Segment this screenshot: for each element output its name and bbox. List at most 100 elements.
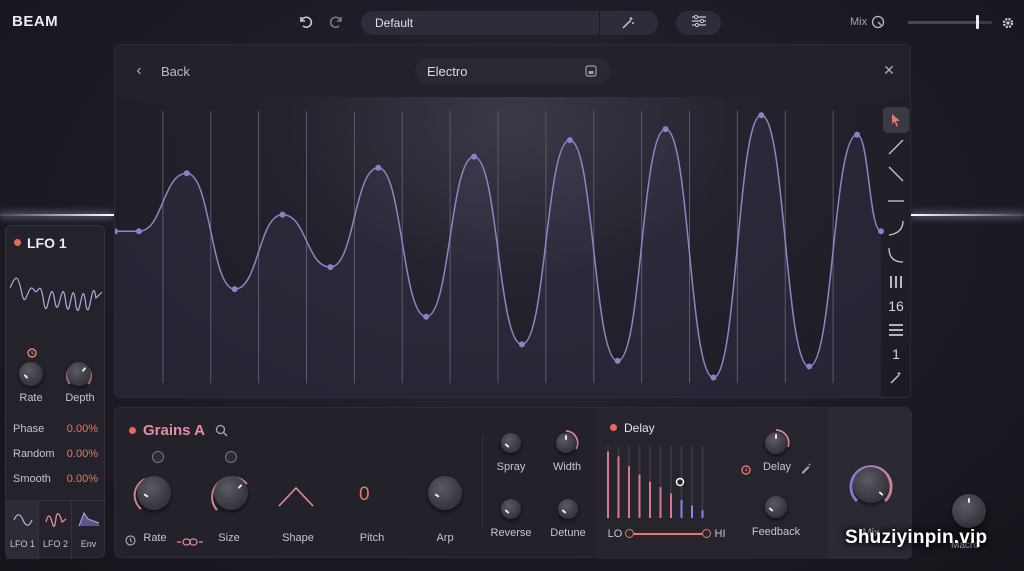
flat-line-tool[interactable] <box>883 188 909 214</box>
grains-size-label: Size <box>218 532 240 544</box>
magic-wand-icon[interactable] <box>619 14 637 32</box>
pointer-icon <box>892 114 900 127</box>
lfo-param-random-value[interactable]: 0.00% <box>56 448 98 460</box>
back-button[interactable]: Back <box>161 64 190 79</box>
mix-slider[interactable] <box>908 15 992 29</box>
spray-label: Spray <box>496 461 526 473</box>
wave-node[interactable] <box>327 264 334 271</box>
grains-pitch-label: Pitch <box>359 532 385 544</box>
wave-node[interactable] <box>135 228 142 235</box>
wave-node[interactable] <box>662 126 669 133</box>
width-knob[interactable] <box>556 433 576 453</box>
top-bar: BEAM Default Mix <box>0 0 1024 44</box>
wave-node[interactable] <box>710 374 717 381</box>
grains-rate-knob[interactable] <box>137 476 171 510</box>
close-icon[interactable]: ✕ <box>880 61 898 79</box>
waveform-canvas[interactable] <box>115 97 911 398</box>
tab-lfo-1[interactable]: LFO 1 <box>6 501 39 559</box>
delay-tap-handle[interactable] <box>675 477 685 487</box>
lfo-rate-knob[interactable] <box>19 362 43 386</box>
lfo-depth-knob[interactable] <box>67 362 91 386</box>
line-up-tool[interactable] <box>883 134 909 160</box>
wave-node[interactable] <box>471 153 478 160</box>
lfo-active-dot[interactable] <box>14 239 21 246</box>
wave-node[interactable] <box>279 211 286 218</box>
search-icon[interactable] <box>215 424 229 438</box>
preset-selector[interactable]: Default <box>361 11 658 35</box>
wave-node[interactable] <box>518 341 525 348</box>
mix-knob[interactable] <box>853 467 889 503</box>
pitch-value[interactable]: 0 <box>359 484 370 506</box>
delay-lo-handle[interactable] <box>625 529 634 538</box>
wave-node[interactable] <box>854 131 861 138</box>
mod-source-tabs: LFO 1 LFO 2 Env <box>6 500 106 559</box>
macro-knob[interactable] <box>952 494 986 528</box>
grid-icon <box>890 276 902 288</box>
mix-slider-thumb[interactable] <box>976 15 979 29</box>
delay-active-dot[interactable] <box>610 424 617 431</box>
delay-taps-display[interactable] <box>606 444 718 518</box>
delay-range-slider[interactable] <box>628 533 708 535</box>
sine-wave-icon <box>13 514 33 526</box>
tab-env[interactable]: Env <box>72 501 105 559</box>
wave-node[interactable] <box>231 286 238 293</box>
link-icon[interactable] <box>177 534 203 546</box>
settings-sliders-button[interactable] <box>676 11 721 35</box>
lfo-param-phase-name: Phase <box>13 423 45 435</box>
tab-lfo-2[interactable]: LFO 2 <box>39 501 72 559</box>
curve-convex-tool[interactable] <box>883 215 909 241</box>
wave-node[interactable] <box>614 357 621 364</box>
rate-mod-knob[interactable] <box>152 451 164 463</box>
chevron-left-icon[interactable]: ‹ <box>131 61 147 81</box>
curve-convex-icon <box>888 220 904 236</box>
pencil-icon[interactable] <box>800 461 812 474</box>
undo-icon[interactable] <box>297 13 315 31</box>
wave-node[interactable] <box>566 137 573 144</box>
wave-node[interactable] <box>423 313 430 320</box>
lfo-wave-preview[interactable] <box>10 266 102 328</box>
delay-lo-label: LO <box>607 528 623 540</box>
delay-time-label: Delay <box>762 461 792 473</box>
app-brand: BEAM <box>12 13 59 30</box>
grid-columns-tool[interactable] <box>883 269 909 295</box>
shape-preset-selector[interactable]: Electro <box>415 58 610 84</box>
grain-shape-preview[interactable] <box>277 484 315 508</box>
editor-toolbar: 16 1 <box>883 107 909 389</box>
grid-rows-tool[interactable] <box>883 317 909 343</box>
detune-label: Detune <box>550 527 586 539</box>
pointer-tool[interactable] <box>883 107 909 133</box>
clock-icon[interactable] <box>741 462 751 475</box>
delay-time-knob[interactable] <box>765 432 787 454</box>
gear-icon[interactable] <box>1000 15 1015 30</box>
reverse-label: Reverse <box>490 527 532 539</box>
grid-count-a[interactable]: 16 <box>883 293 909 319</box>
clock-icon[interactable] <box>125 533 136 546</box>
mix-dial-icon[interactable] <box>871 15 885 29</box>
grains-size-knob[interactable] <box>214 476 248 510</box>
detune-knob[interactable] <box>558 499 578 519</box>
randomize-tool[interactable] <box>883 365 909 391</box>
size-mod-knob[interactable] <box>225 451 237 463</box>
feedback-knob[interactable] <box>765 496 787 518</box>
save-icon[interactable] <box>583 63 599 79</box>
curve-concave-tool[interactable] <box>883 242 909 268</box>
wave-node[interactable] <box>758 112 765 119</box>
wave-node[interactable] <box>183 170 190 177</box>
divider <box>482 436 483 528</box>
clock-icon[interactable] <box>27 345 37 358</box>
wave-node[interactable] <box>375 164 382 171</box>
lfo-param-smooth-value[interactable]: 0.00% <box>56 473 98 485</box>
waveform-svg[interactable] <box>115 97 911 398</box>
grains-active-dot[interactable] <box>129 427 136 434</box>
wave-node[interactable] <box>806 363 813 370</box>
lfo-param-phase-value[interactable]: 0.00% <box>56 423 98 435</box>
grid-count-b[interactable]: 1 <box>883 341 909 367</box>
delay-hi-handle[interactable] <box>702 529 711 538</box>
arp-knob[interactable] <box>428 476 462 510</box>
envelope-icon <box>78 511 100 527</box>
redo-icon[interactable] <box>327 13 345 31</box>
reverse-knob[interactable] <box>501 499 521 519</box>
line-down-tool[interactable] <box>883 161 909 187</box>
spray-knob[interactable] <box>501 433 521 453</box>
shape-preset-name: Electro <box>427 64 468 79</box>
